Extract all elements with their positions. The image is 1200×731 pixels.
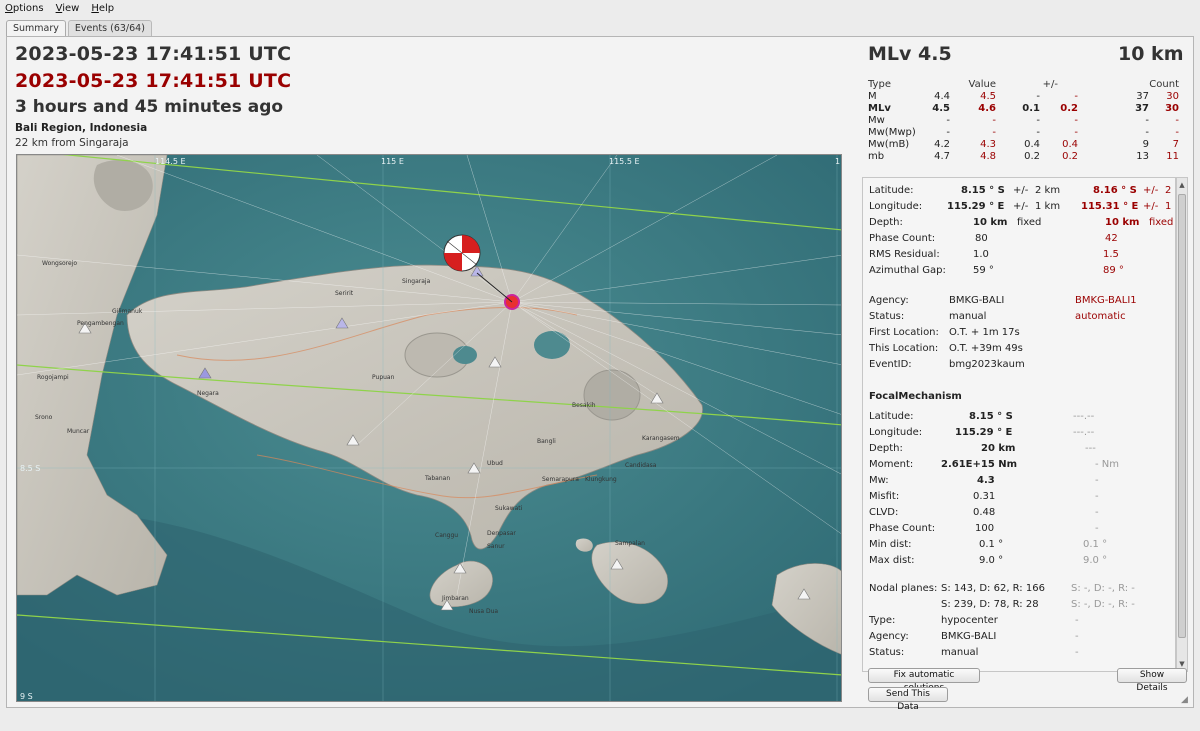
- fm-agency-row: Agency: BMKG-BALI -: [869, 631, 1079, 642]
- place-label: Srono: [35, 414, 53, 421]
- menu-bar: Options View Help: [0, 0, 1200, 16]
- lon-label: 116: [835, 157, 842, 166]
- first-location-row: First Location: O.T. + 1m 17s: [869, 327, 1020, 338]
- fm-misfit-row: Misfit: 0.31 -: [869, 491, 1099, 502]
- origin-time-automatic: 2023-05-23 17:41:51 UTC: [15, 70, 292, 92]
- place-label: Seririt: [335, 290, 354, 297]
- magnitude-row[interactable]: Mw(Mwp) - - - - - -: [868, 127, 1188, 139]
- place-label: Ubud: [487, 460, 503, 467]
- tab-events[interactable]: Events (63/64): [67, 20, 152, 37]
- origin-time: 2023-05-23 17:41:51 UTC: [15, 43, 292, 65]
- origin-gap-row: Azimuthal Gap: 59 ° 89 °: [869, 265, 1124, 276]
- place-label: Pengambengan: [77, 320, 124, 327]
- this-location-row: This Location: O.T. +39m 49s: [869, 343, 1023, 354]
- place-label: Sampalan: [615, 540, 645, 547]
- fm-longitude-row: Longitude: 115.29 ° E ---.--: [869, 427, 1095, 438]
- place-label: Sukawati: [495, 505, 523, 512]
- menu-help[interactable]: Help: [91, 3, 114, 14]
- origin-agency-row: Agency: BMKG-BALI BMKG-BALI1: [869, 295, 1137, 306]
- origin-phase-count-row: Phase Count: 80 42: [869, 233, 1118, 244]
- place-label: Wongsorejo: [42, 260, 77, 267]
- magnitude-row[interactable]: M 4.4 4.5- -37 30: [868, 91, 1188, 103]
- origin-status-row: Status: manual automatic: [869, 311, 1126, 322]
- origin-depth-row: Depth: 10 km fixed 10 km fixed: [869, 217, 1174, 228]
- magnitude-row[interactable]: Mw(mB) 4.2 4.3 0.4 0.4 9 7: [868, 139, 1188, 151]
- details-panel[interactable]: Latitude: 8.15 ° S +/- 2 km 8.16 ° S +/-…: [862, 177, 1176, 672]
- lon-label: 115.5 E: [609, 157, 640, 166]
- focal-mechanism-title: FocalMechanism: [869, 391, 962, 402]
- fm-status-row: Status: manual -: [869, 647, 1079, 658]
- map-canvas: Gilimanuk Pengambengan Negara Singaraja …: [17, 155, 842, 701]
- fm-moment-row: Moment: 2.61E+15 Nm - Nm: [869, 459, 1120, 470]
- lon-label: 114.5 E: [155, 157, 186, 166]
- fm-depth-row: Depth: 20 km ---: [869, 443, 1096, 454]
- place-label: Canggu: [435, 532, 458, 539]
- menu-view[interactable]: View: [56, 3, 80, 14]
- preferred-magnitude: MLv 4.5: [868, 43, 952, 65]
- lake-batur: [453, 346, 477, 364]
- fm-min-dist-row: Min dist: 0.1 ° 0.1 °: [869, 539, 1108, 550]
- show-details-button[interactable]: Show Details: [1117, 668, 1187, 693]
- place-label: Klungkung: [585, 476, 617, 483]
- event-id-row: EventID: bmg2023kaum: [869, 359, 1025, 370]
- origin-longitude-row: Longitude: 115.29 ° E +/- 1 km 115.31 ° …: [869, 201, 1175, 212]
- place-label: Denpasar: [487, 530, 516, 537]
- magnitude-table-header: Type Value +/- Count: [868, 79, 1179, 90]
- time-ago: 3 hours and 45 minutes ago: [15, 97, 284, 117]
- fm-phase-count-row: Phase Count: 100 -: [869, 523, 1099, 534]
- resize-grip-icon[interactable]: ◢: [1181, 695, 1191, 705]
- scroll-up-arrow-icon[interactable]: ▲: [1178, 180, 1186, 190]
- menu-options[interactable]: Options: [5, 3, 44, 14]
- lat-label: 9 S: [20, 692, 33, 701]
- place-label: Jimbaran: [441, 595, 469, 602]
- fm-nodal-planes-row: Nodal planes: S: 143, D: 62, R: 166 S: -…: [869, 583, 1135, 594]
- tab-summary[interactable]: Summary: [6, 20, 66, 37]
- place-label: Tabanan: [424, 475, 450, 482]
- origin-latitude-row: Latitude: 8.15 ° S +/- 2 km 8.16 ° S +/-…: [869, 185, 1175, 196]
- lon-label: 115 E: [381, 157, 404, 166]
- send-this-data-button[interactable]: Send This Data: [868, 687, 948, 712]
- place-label: Rogojampi: [37, 374, 69, 381]
- preferred-depth: 10 km: [1118, 43, 1184, 65]
- region-name: Bali Region, Indonesia: [15, 122, 148, 134]
- mount-agung: [583, 369, 641, 421]
- place-label: Singaraja: [402, 278, 431, 285]
- fm-mw-row: Mw: 4.3 -: [869, 475, 1099, 486]
- place-label: Semarapura: [542, 476, 579, 483]
- tab-bar: Summary Events (63/64): [6, 20, 152, 37]
- place-label: Besakih: [572, 402, 596, 409]
- fm-max-dist-row: Max dist: 9.0 ° 9.0 °: [869, 555, 1108, 566]
- magnitude-row-preferred[interactable]: MLv 4.5 4.6 0.1 0.2 37 30: [868, 103, 1188, 115]
- event-id: bmg2023kaum: [949, 359, 1025, 370]
- place-label: Karangasem: [642, 435, 680, 442]
- fm-nodal-planes-row-2: S: 239, D: 78, R: 28 S: -, D: -, R: -: [941, 599, 1135, 610]
- fm-type-row: Type: hypocenter -: [869, 615, 1079, 626]
- nearest-city-distance: 22 km from Singaraja: [15, 137, 129, 149]
- origin-rms-row: RMS Residual: 1.0 1.5: [869, 249, 1119, 260]
- focal-mechanism-beachball[interactable]: [443, 234, 481, 272]
- summary-panel: 2023-05-23 17:41:51 UTC 2023-05-23 17:41…: [6, 36, 1194, 712]
- place-label: Candidasa: [625, 462, 657, 469]
- place-label: Nusa Dua: [469, 608, 498, 615]
- place-label: Pupuan: [372, 374, 395, 381]
- lat-label: 8.5 S: [20, 464, 40, 473]
- fm-latitude-row: Latitude: 8.15 ° S ---.--: [869, 411, 1095, 422]
- place-label: Bangli: [537, 438, 556, 445]
- place-label: Gilimanuk: [112, 308, 143, 315]
- place-label: Negara: [197, 390, 219, 397]
- fix-automatic-solutions-button[interactable]: Fix automatic solutions: [868, 668, 980, 693]
- fm-clvd-row: CLVD: 0.48 -: [869, 507, 1099, 518]
- lake-bratan: [534, 331, 570, 359]
- magnitude-row[interactable]: mb 4.7 4.8 0.2 0.2 13 11: [868, 151, 1188, 163]
- event-map[interactable]: Gilimanuk Pengambengan Negara Singaraja …: [16, 154, 842, 702]
- scrollbar-thumb[interactable]: [1178, 194, 1186, 638]
- place-label: Muncar: [67, 428, 90, 435]
- place-label: Sanur: [487, 543, 505, 550]
- magnitude-table: Type Value +/- Count M 4.4 4.5- -37 30 MLv 4.…: [868, 79, 1188, 163]
- magnitude-row[interactable]: Mw - - - - - -: [868, 115, 1188, 127]
- details-scrollbar[interactable]: ▲ ▼: [1176, 177, 1188, 672]
